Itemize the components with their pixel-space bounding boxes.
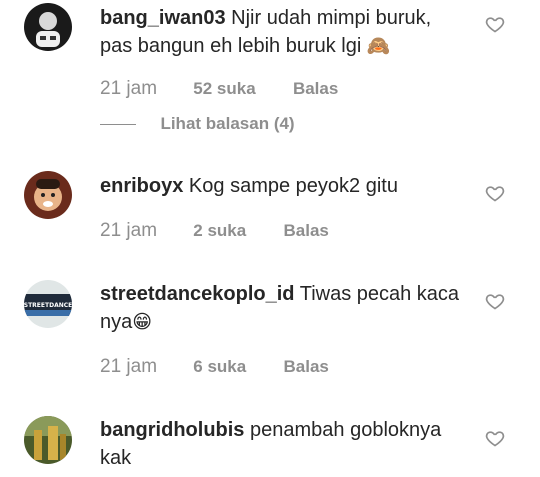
comment-time: 21 jam	[100, 220, 158, 241]
comment-time: 21 jam	[100, 78, 158, 99]
comment-username[interactable]: bangridholubis	[100, 419, 244, 441]
avatar[interactable]: STREETDANCE	[24, 280, 72, 328]
heart-icon[interactable]	[485, 183, 505, 203]
likes-count[interactable]: 2 suka	[193, 217, 246, 245]
reply-button[interactable]: Balas	[293, 75, 338, 103]
view-replies[interactable]: Lihat balasan (4)	[100, 112, 295, 136]
comment-username[interactable]: enriboyx	[100, 175, 183, 197]
avatar-logo-text: STREETDANCE	[24, 302, 72, 309]
comment-meta: 21 jam 2 suka Balas	[100, 217, 329, 245]
comment-username[interactable]: bang_iwan03	[100, 7, 226, 29]
heart-icon[interactable]	[485, 291, 505, 311]
comment-meta: 21 jam 52 suka Balas	[100, 75, 338, 103]
comment-text: bangridholubis penambah gobloknya kak	[100, 416, 460, 472]
avatar[interactable]	[24, 3, 72, 51]
comment-meta: 21 jam 6 suka Balas	[100, 353, 329, 381]
grinning-emoji: 😁	[132, 312, 153, 333]
likes-count[interactable]: 6 suka	[193, 353, 246, 381]
avatar[interactable]	[24, 171, 72, 219]
see-no-evil-emoji: 🙈	[366, 36, 391, 57]
comment-text: enriboyx Kog sampe peyok2 gitu	[100, 172, 460, 200]
comment-text: bang_iwan03 Njir udah mimpi buruk, pas b…	[100, 4, 460, 61]
reply-button[interactable]: Balas	[284, 217, 329, 245]
heart-icon[interactable]	[485, 428, 505, 448]
reply-button[interactable]: Balas	[284, 353, 329, 381]
avatar[interactable]	[24, 416, 72, 464]
comment-body: Kog sampe peyok2 gitu	[188, 175, 398, 197]
likes-count[interactable]: 52 suka	[193, 75, 255, 103]
divider	[100, 123, 136, 125]
heart-icon[interactable]	[485, 14, 505, 34]
comment-text: streetdancekoplo_id Tiwas pecah kaca nya…	[100, 280, 460, 337]
view-replies-button[interactable]: Lihat balasan (4)	[160, 114, 294, 133]
comment-username[interactable]: streetdancekoplo_id	[100, 283, 295, 305]
comment-time: 21 jam	[100, 356, 158, 377]
